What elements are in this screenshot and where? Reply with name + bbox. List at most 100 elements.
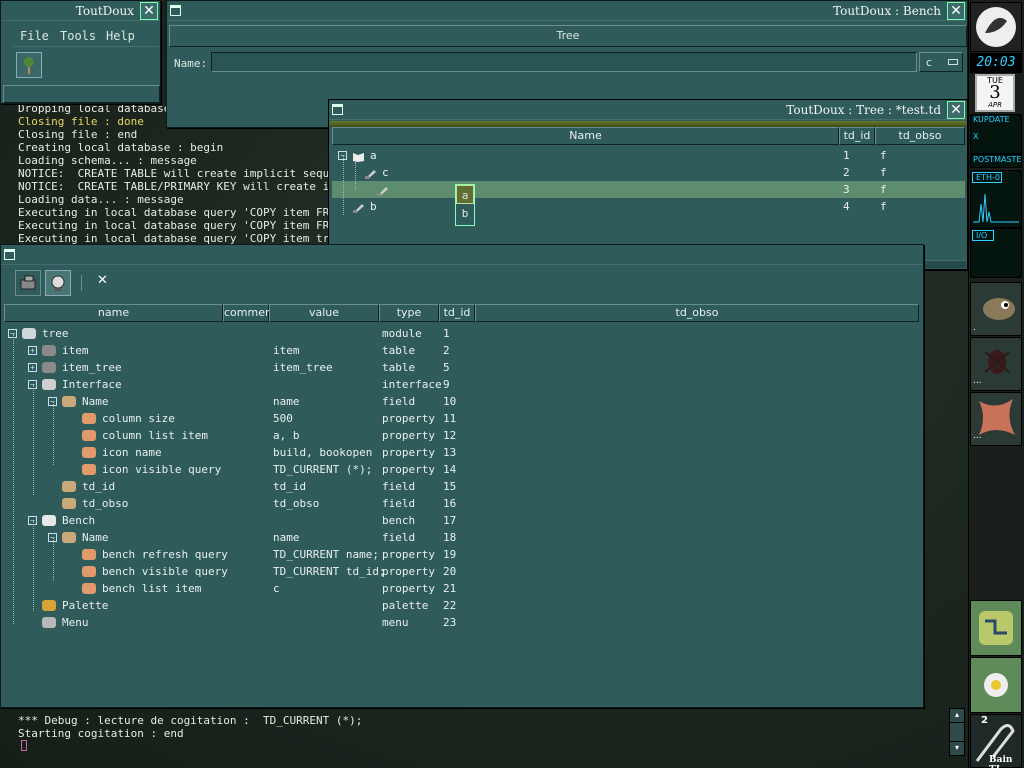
tree-close-icon[interactable]: ✕ (947, 101, 965, 119)
tree-col-td-id[interactable]: td_id (839, 127, 875, 145)
schema-row-value: TD_CURRENT name; (273, 548, 379, 561)
module-icon (22, 328, 36, 339)
tree-row[interactable]: 3f (332, 181, 965, 198)
menu-tools[interactable]: Tools (60, 29, 96, 43)
terminal-line: NOTICE: CREATE TABLE will create implici… (18, 167, 356, 180)
schema-row-name: Palette (62, 599, 109, 612)
schema-row-name: Name (82, 395, 109, 408)
postmaster-label: POSTMASTE (973, 155, 1022, 164)
schema-row[interactable]: icon visible query TD_CURRENT (*); propert… (4, 461, 919, 478)
menu-help[interactable]: Help (106, 29, 135, 43)
schema-col-value[interactable]: value (269, 304, 379, 322)
schema-row[interactable]: + item item table 2 (4, 342, 919, 359)
schema-window-menu-icon[interactable] (4, 249, 15, 260)
schema-titlebar[interactable] (1, 245, 923, 265)
expand-icon[interactable]: + (28, 363, 37, 372)
tree-row[interactable]: b 4 f (332, 198, 965, 215)
gimp-launcher[interactable]: . (970, 282, 1022, 336)
tree-toolbar-button[interactable] (16, 52, 42, 78)
schema-row[interactable]: td_id td_id field 15 (4, 478, 919, 495)
field-icon (62, 481, 76, 492)
schema-row[interactable]: − Name name field 18 (4, 529, 919, 546)
module-toolbar-button[interactable] (45, 270, 71, 296)
main-statusbar (3, 85, 160, 103)
schema-col-name[interactable]: name (4, 304, 223, 322)
table-toolbar-button[interactable] (15, 270, 41, 296)
schema-row-type: table (382, 344, 416, 357)
tree-connector (53, 538, 54, 581)
terminal-line: Closing file : end (18, 128, 138, 141)
main-titlebar[interactable]: ToutDoux ✕ (1, 1, 160, 21)
bench-tree-tab[interactable]: Tree (169, 25, 967, 47)
schema-row[interactable]: Menu menu 23 (4, 614, 919, 631)
popup-item-a[interactable]: a (456, 185, 474, 204)
main-close-icon[interactable]: ✕ (140, 2, 158, 20)
bug-launcher[interactable]: ... (970, 337, 1022, 391)
bench-c-option[interactable]: c (919, 52, 963, 72)
network-monitor[interactable]: ETH-0 (970, 170, 1022, 228)
bench-titlebar[interactable]: ToutDoux : Bench ✕ (167, 1, 967, 21)
schema-row[interactable]: − Name name field 10 (4, 393, 919, 410)
expand-icon[interactable]: + (28, 346, 37, 355)
tree-popup-menu: a b (455, 184, 475, 226)
window-maker-logo[interactable] (970, 2, 1022, 52)
tree-connector (13, 334, 14, 624)
popup-item-b[interactable]: b (456, 204, 474, 223)
schema-row-name: Name (82, 531, 109, 544)
bench-name-input[interactable] (211, 52, 917, 72)
tree-col-name[interactable]: Name (332, 127, 839, 145)
terminal-scrollbar[interactable]: ▴ ▾ (949, 708, 965, 756)
schema-col-td-obso[interactable]: td_obso (475, 304, 919, 322)
terminal-cursor[interactable] (21, 740, 27, 751)
tree-row[interactable]: − a 1 f (332, 147, 965, 164)
schema-row[interactable]: bench visible query TD_CURRENT td_id; prop… (4, 563, 919, 580)
kupdate-monitor[interactable]: KUPDATE X (970, 114, 1022, 154)
schema-row-name: td_obso (82, 497, 129, 510)
tree-titlebar[interactable]: ToutDoux : Tree : *test.td ✕ (329, 100, 967, 120)
schema-row[interactable]: column list item a, b property 12 (4, 427, 919, 444)
schema-col-td-id[interactable]: td_id (439, 304, 475, 322)
schema-row[interactable]: bench list item c property 21 (4, 580, 919, 597)
schema-row[interactable]: − Interface interface 9 (4, 376, 919, 393)
bench-close-icon[interactable]: ✕ (947, 2, 965, 20)
flower-launcher[interactable] (970, 657, 1022, 713)
property-icon (82, 464, 96, 475)
schema-row-type: property (382, 446, 435, 459)
schema-row[interactable]: + item_tree item_tree table 5 (4, 359, 919, 376)
terminal-line: Executing in local database query 'COPY … (18, 219, 356, 232)
schema-row[interactable]: Palette palette 22 (4, 597, 919, 614)
gimp-dots: . (973, 323, 976, 333)
toutdoux-launcher[interactable] (970, 600, 1022, 656)
schema-col-comment[interactable]: comment (223, 304, 276, 322)
tree-col-td-obso[interactable]: td_obso (875, 127, 965, 145)
schema-row[interactable]: td_obso td_obso field 16 (4, 495, 919, 512)
schema-row-name: tree (42, 327, 69, 340)
tree-row[interactable]: c 2 f (332, 164, 965, 181)
menu-file[interactable]: File (20, 29, 49, 43)
field-icon (62, 396, 76, 407)
schema-row[interactable]: bench refresh query TD_CURRENT name; prope… (4, 546, 919, 563)
menu-icon (42, 617, 56, 628)
toolbar-close-icon[interactable]: ✕ (97, 273, 108, 288)
schema-row[interactable]: column size 500 property 11 (4, 410, 919, 427)
scroll-up-icon[interactable]: ▴ (950, 709, 964, 723)
scroll-down-icon[interactable]: ▾ (950, 741, 964, 755)
io-monitor[interactable]: I/O (970, 228, 1022, 278)
workspace-clip[interactable]: 2 Bain TI (970, 714, 1022, 768)
schema-row-name: item_tree (62, 361, 122, 374)
field-icon (62, 498, 76, 509)
schema-col-type[interactable]: type (379, 304, 439, 322)
schema-tree-list: − tree module 1 + item item table 2 + item_tree ite… (4, 325, 919, 705)
postmaster-monitor[interactable]: POSTMASTE (970, 154, 1022, 168)
bench-window-menu-icon[interactable] (170, 5, 181, 16)
io-label: I/O (972, 230, 994, 241)
schema-row[interactable]: icon name build, bookopen property 13 (4, 444, 919, 461)
schema-row-td-id: 11 (443, 412, 457, 425)
cloth-launcher[interactable]: ... (970, 392, 1022, 446)
schema-row-td-id: 13 (443, 446, 457, 459)
schema-row[interactable]: − tree module 1 (4, 325, 919, 342)
palette-icon (42, 600, 56, 611)
schema-row[interactable]: − Bench bench 17 (4, 512, 919, 529)
main-title: ToutDoux (75, 4, 134, 18)
tree-window-menu-icon[interactable] (332, 104, 343, 115)
